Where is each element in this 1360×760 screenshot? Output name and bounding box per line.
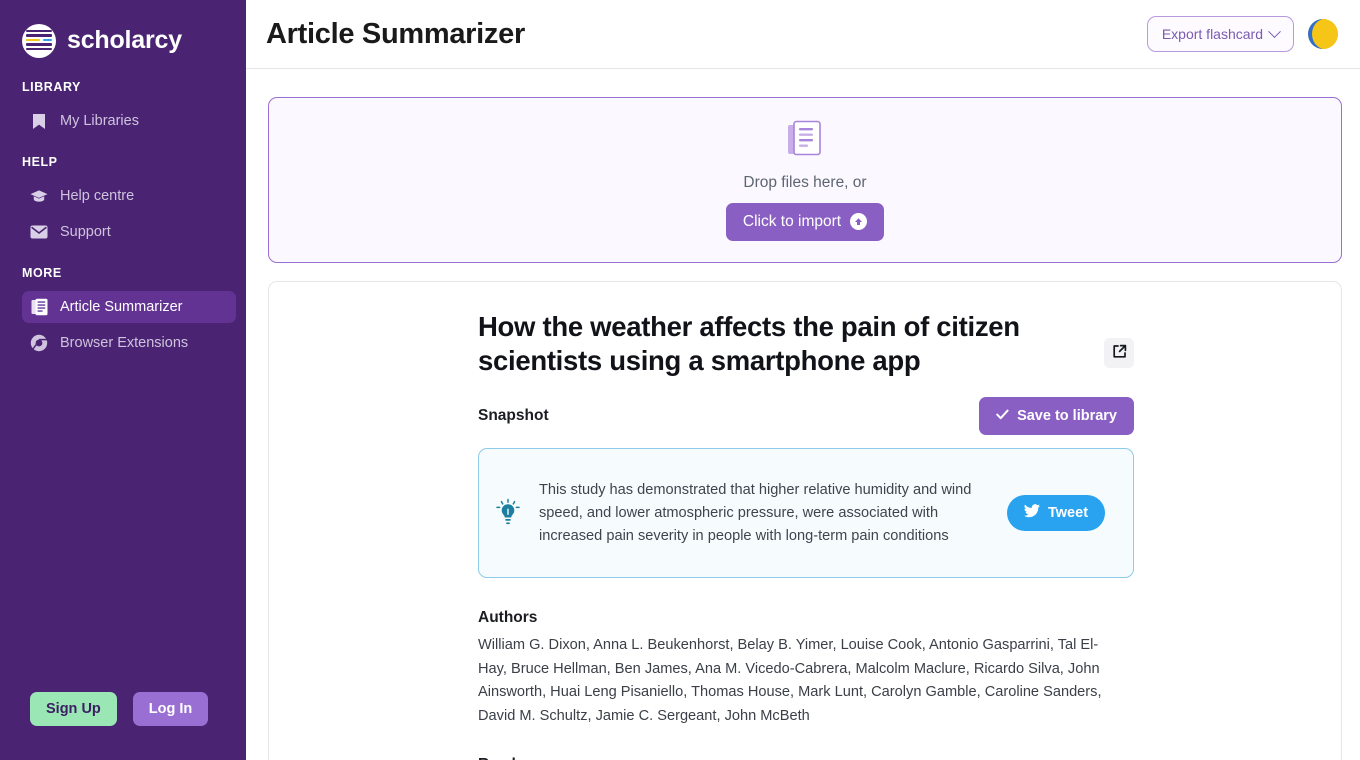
file-dropzone[interactable]: Drop files here, or Click to import xyxy=(268,97,1342,263)
brand[interactable]: scholarcy xyxy=(0,14,246,62)
sign-up-button[interactable]: Sign Up xyxy=(30,692,117,726)
sidebar-item-label: My Libraries xyxy=(60,113,139,129)
next-section-heading: Read more xyxy=(478,756,1134,760)
avatar[interactable] xyxy=(1308,19,1338,49)
article-title: How the weather affects the pain of citi… xyxy=(478,311,1020,376)
sidebar-item-label: Support xyxy=(60,224,111,240)
sidebar-item-browser-extensions[interactable]: Browser Extensions xyxy=(22,327,236,359)
content-scroll-area: Drop files here, or Click to import How … xyxy=(246,69,1360,760)
article-card: How the weather affects the pain of citi… xyxy=(268,281,1342,760)
import-button-label: Click to import xyxy=(742,212,842,230)
sidebar-item-help-centre[interactable]: Help centre xyxy=(22,180,236,212)
authors-list: William G. Dixon, Anna L. Beukenhorst, B… xyxy=(478,637,1102,725)
sidebar-item-article-summarizer[interactable]: Article Summarizer xyxy=(22,291,236,323)
external-link-button[interactable] xyxy=(1104,338,1134,368)
app-root: scholarcy LIBRARY My Libraries HELP Help… xyxy=(0,0,1360,760)
tweet-button[interactable]: Tweet xyxy=(1007,495,1106,532)
save-to-library-button[interactable]: Save to library xyxy=(979,397,1134,436)
chrome-browser-icon xyxy=(30,334,48,352)
dropzone-text: Drop files here, or xyxy=(743,173,867,191)
auth-buttons: Sign Up Log In xyxy=(30,692,209,726)
documents-stack-icon xyxy=(30,298,48,316)
scholarcy-logo-icon xyxy=(22,23,56,58)
article-inner: How the weather affects the pain of citi… xyxy=(476,310,1134,760)
tweet-label: Tweet xyxy=(1048,505,1089,522)
authors-heading: Authors xyxy=(478,609,538,627)
sidebar: scholarcy LIBRARY My Libraries HELP Help… xyxy=(0,0,246,760)
brand-name: scholarcy xyxy=(67,26,182,54)
twitter-bird-icon xyxy=(1024,504,1040,522)
sidebar-section-library: LIBRARY My Libraries xyxy=(0,80,246,137)
sidebar-item-label: Article Summarizer xyxy=(60,299,183,315)
file-document-icon xyxy=(787,120,823,163)
export-flashcard-button[interactable]: Export flashcard xyxy=(1146,16,1294,52)
sidebar-section-title: HELP xyxy=(22,155,58,169)
main-area: Article Summarizer Export flashcard Drop… xyxy=(246,0,1360,760)
page-title: Article Summarizer xyxy=(266,17,525,50)
log-in-button[interactable]: Log In xyxy=(132,692,209,726)
snapshot-text: This study has demonstrated that higher … xyxy=(539,481,972,544)
lightbulb-icon xyxy=(493,497,523,529)
article-title-row: How the weather affects the pain of citi… xyxy=(478,310,1134,377)
sidebar-section-help: HELP Help centre Support xyxy=(0,155,246,248)
topbar: Article Summarizer Export flashcard xyxy=(246,0,1360,69)
sidebar-section-title: LIBRARY xyxy=(22,80,81,94)
upload-arrow-icon xyxy=(850,213,868,230)
click-to-import-button[interactable]: Click to import xyxy=(725,202,885,241)
snapshot-label: Snapshot xyxy=(478,407,549,425)
external-link-icon xyxy=(1112,344,1127,362)
sidebar-section-more: MORE Article Summarizer Browser Extensio… xyxy=(0,266,246,359)
sidebar-item-my-libraries[interactable]: My Libraries xyxy=(22,105,236,137)
bookmark-icon xyxy=(30,112,48,130)
save-to-library-label: Save to library xyxy=(1017,408,1117,425)
snapshot-row: Snapshot Save to library xyxy=(478,397,1134,436)
chevron-down-icon xyxy=(1268,24,1281,38)
topbar-actions: Export flashcard xyxy=(1146,16,1338,52)
envelope-icon xyxy=(30,223,48,241)
sidebar-item-label: Browser Extensions xyxy=(60,335,189,351)
graduation-cap-icon xyxy=(30,187,48,205)
sidebar-item-label: Help centre xyxy=(60,188,135,204)
check-icon xyxy=(996,408,1009,424)
sidebar-item-support[interactable]: Support xyxy=(22,216,236,248)
export-flashcard-label: Export flashcard xyxy=(1161,26,1263,42)
sidebar-section-title: MORE xyxy=(22,266,62,280)
snapshot-box: This study has demonstrated that higher … xyxy=(478,448,1134,579)
